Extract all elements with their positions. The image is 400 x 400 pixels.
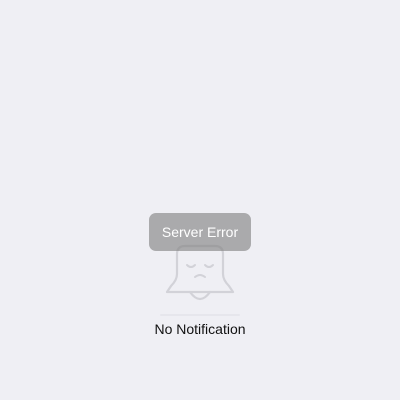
- icon-shadow: [160, 314, 240, 316]
- notifications-screen: No Notification Server Error: [0, 0, 400, 400]
- empty-state: No Notification: [0, 240, 400, 350]
- empty-state-message: No Notification: [154, 321, 246, 337]
- error-toast: Server Error: [149, 213, 251, 251]
